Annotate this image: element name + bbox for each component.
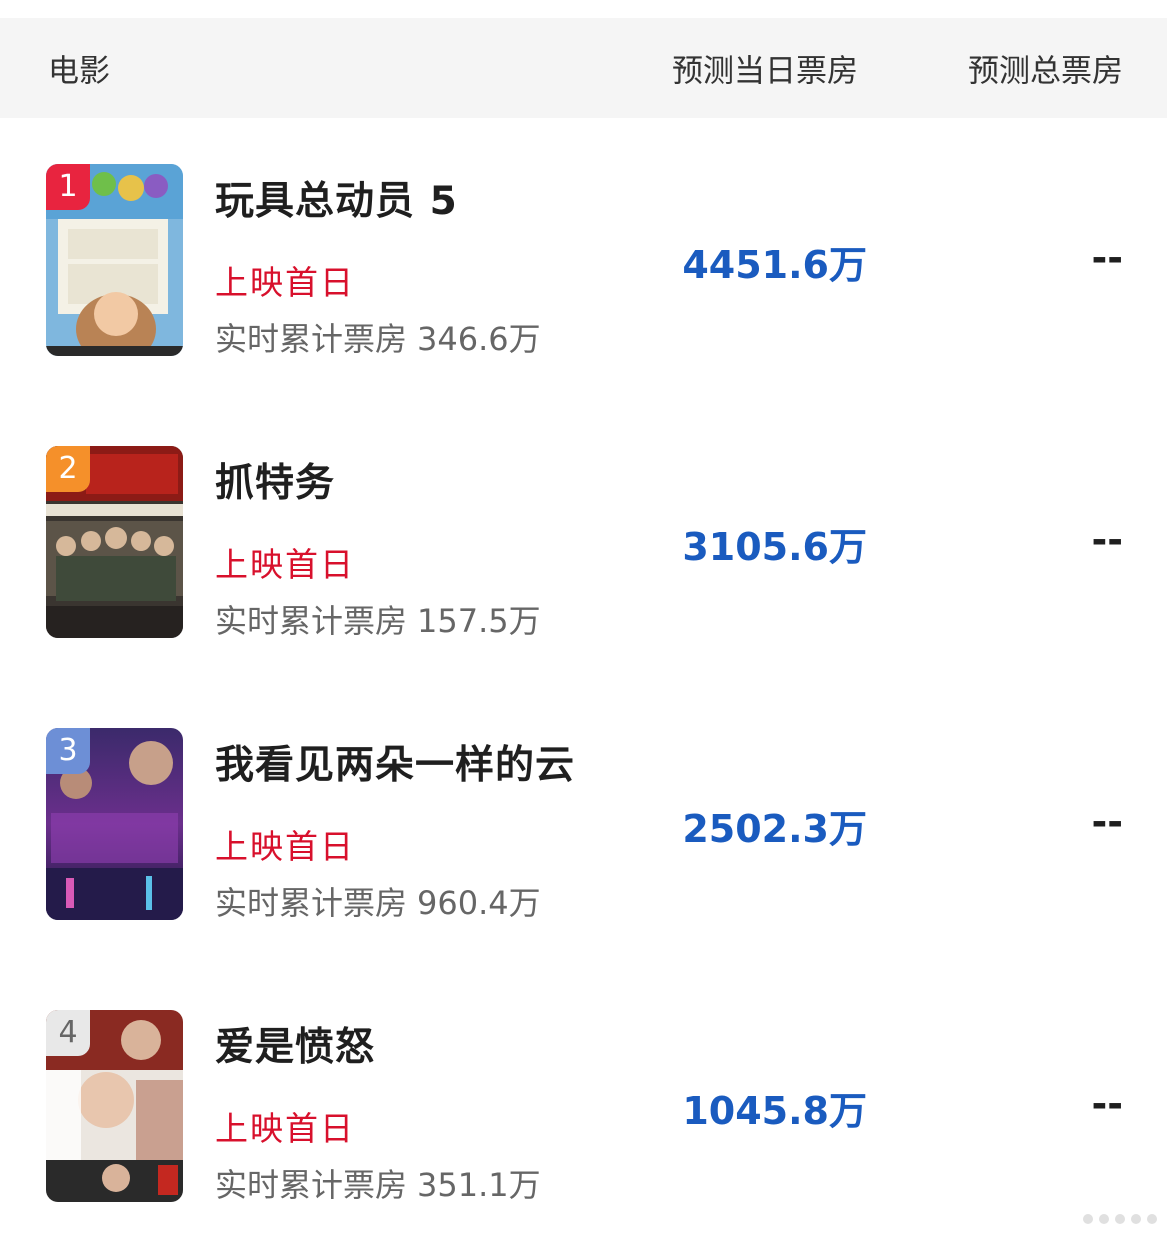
cumulative-label: 实时累计票房 bbox=[215, 320, 408, 358]
movie-title[interactable]: 玩具总动员 5 bbox=[215, 170, 458, 226]
today-forecast-value: 4451.6万 bbox=[682, 243, 867, 287]
header-movie: 电影 bbox=[48, 53, 110, 90]
movie-row[interactable]: 2 抓特务 上映首日 实时累计票房 157.5万 3105.6万 -- bbox=[0, 446, 1167, 640]
movie-row[interactable]: 3 我看见两朵一样的云 上映首日 实时累计票房 960.4万 2502.3万 -- bbox=[0, 728, 1167, 922]
total-forecast-value: -- bbox=[1091, 236, 1123, 280]
movie-poster[interactable]: 2 bbox=[46, 446, 183, 638]
movie-poster[interactable]: 1 bbox=[46, 164, 183, 356]
cumulative-box-office: 实时累计票房 351.1万 bbox=[215, 1160, 541, 1206]
movie-row[interactable]: 1 玩具总动员 5 上映首日 实时累计票房 346.6万 4451.6万 -- bbox=[0, 164, 1167, 358]
today-forecast-value: 2502.3万 bbox=[682, 807, 867, 851]
today-forecast-value: 1045.8万 bbox=[682, 1089, 867, 1133]
rank-badge: 2 bbox=[46, 446, 90, 492]
total-forecast-value: -- bbox=[1091, 518, 1123, 562]
cumulative-label: 实时累计票房 bbox=[215, 1166, 408, 1204]
total-forecast-value: -- bbox=[1091, 1082, 1123, 1126]
table-header: 电影 预测当日票房 预测总票房 bbox=[0, 18, 1167, 118]
release-status: 上映首日 bbox=[215, 1109, 355, 1148]
cumulative-value: 346.6万 bbox=[417, 320, 541, 358]
header-total-forecast[interactable]: 预测总票房 bbox=[968, 46, 1123, 91]
release-status: 上映首日 bbox=[215, 545, 355, 584]
cumulative-value: 960.4万 bbox=[417, 884, 541, 922]
movie-poster[interactable]: 3 bbox=[46, 728, 183, 920]
cumulative-label: 实时累计票房 bbox=[215, 884, 408, 922]
rank-badge: 3 bbox=[46, 728, 90, 774]
total-forecast-value: -- bbox=[1091, 800, 1123, 844]
cumulative-box-office: 实时累计票房 157.5万 bbox=[215, 596, 541, 642]
rank-badge: 4 bbox=[46, 1010, 90, 1056]
movie-title[interactable]: 抓特务 bbox=[215, 452, 335, 508]
cumulative-box-office: 实时累计票房 960.4万 bbox=[215, 878, 541, 924]
header-today-forecast[interactable]: 预测当日票房 bbox=[672, 46, 858, 91]
release-status: 上映首日 bbox=[215, 263, 355, 302]
more-dots-icon bbox=[1083, 1214, 1157, 1224]
movie-poster[interactable]: 4 bbox=[46, 1010, 183, 1202]
release-status: 上映首日 bbox=[215, 827, 355, 866]
movie-title[interactable]: 我看见两朵一样的云 bbox=[215, 734, 575, 790]
cumulative-value: 157.5万 bbox=[417, 602, 541, 640]
cumulative-value: 351.1万 bbox=[417, 1166, 541, 1204]
movie-title[interactable]: 爱是愤怒 bbox=[215, 1016, 375, 1072]
movie-row[interactable]: 4 爱是愤怒 上映首日 实时累计票房 351.1万 1045.8万 -- bbox=[0, 1010, 1167, 1204]
today-forecast-value: 3105.6万 bbox=[682, 525, 867, 569]
rank-badge: 1 bbox=[46, 164, 90, 210]
cumulative-label: 实时累计票房 bbox=[215, 602, 408, 640]
cumulative-box-office: 实时累计票房 346.6万 bbox=[215, 314, 541, 360]
